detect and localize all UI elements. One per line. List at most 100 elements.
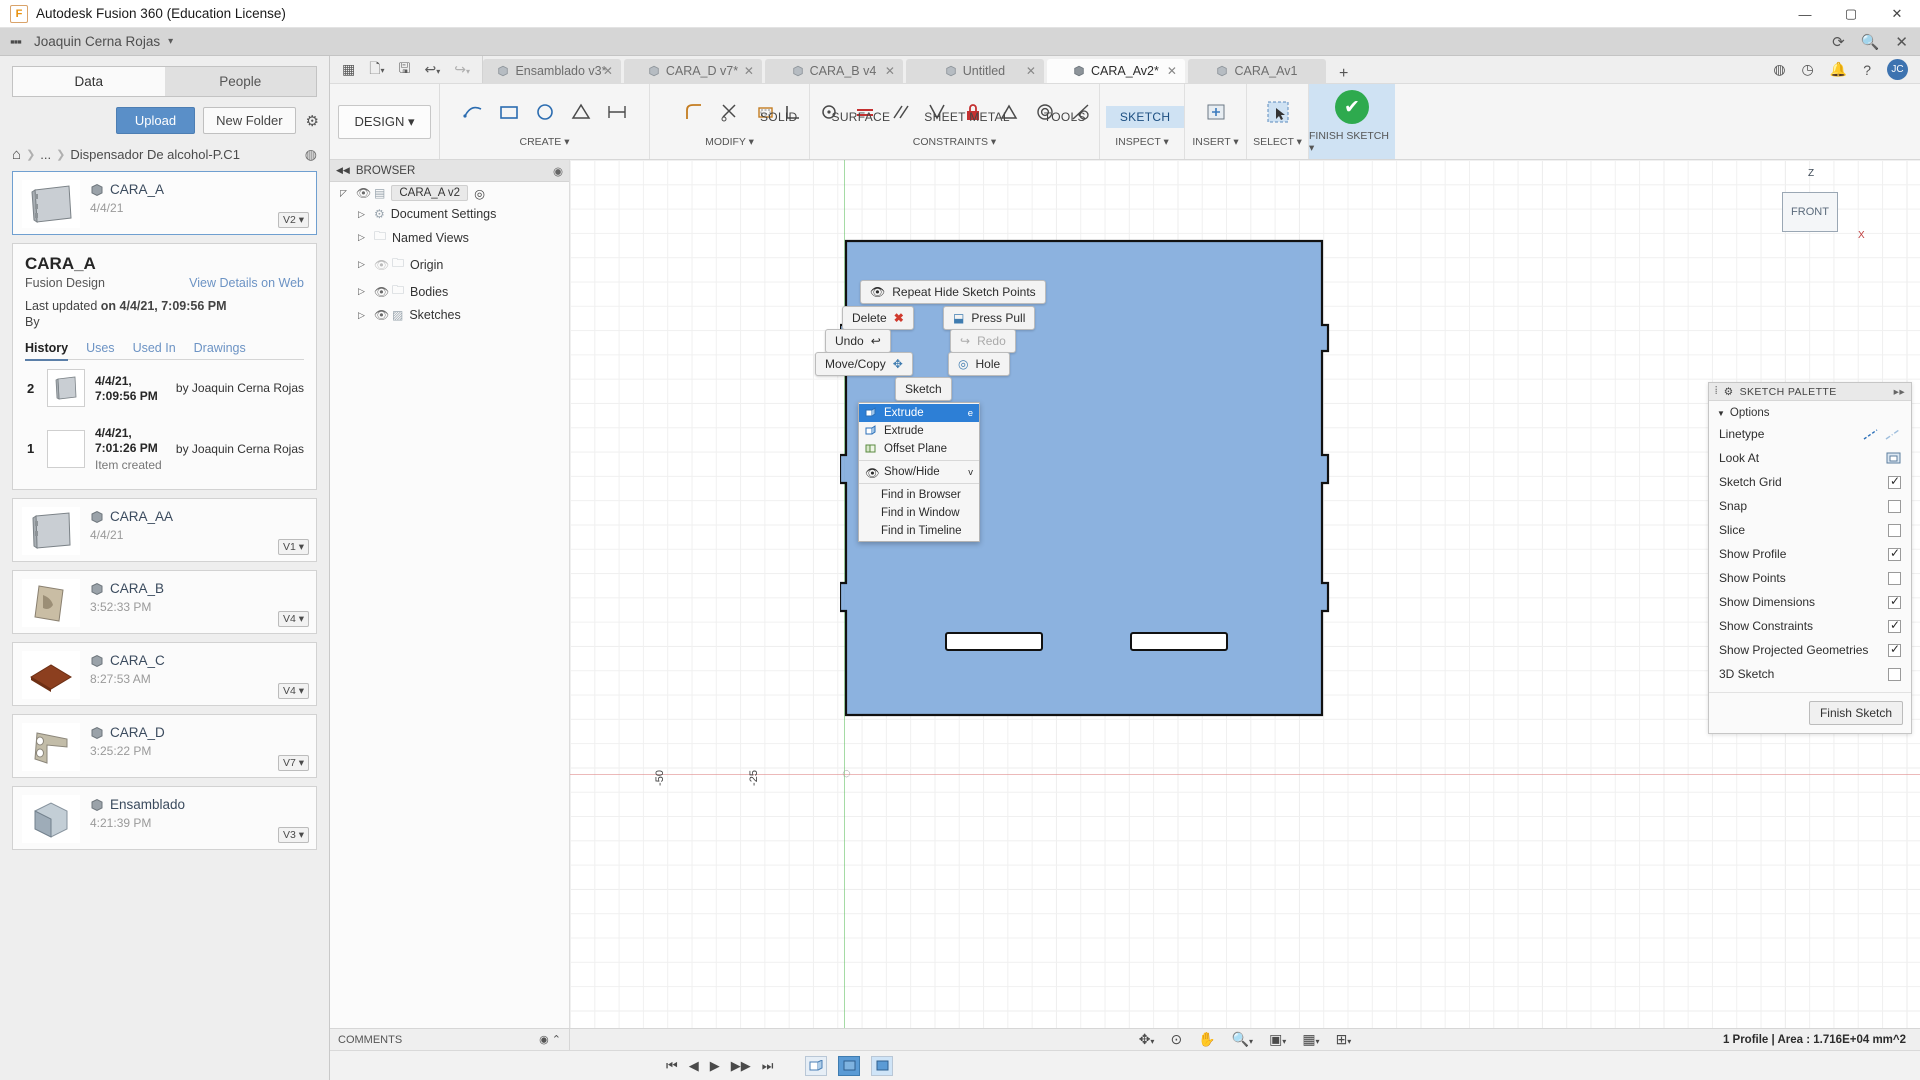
chevron-down-icon[interactable]: ▾ [168,36,173,47]
palette-finish-sketch-button[interactable]: Finish Sketch [1808,701,1903,725]
refresh-icon[interactable]: ⟳ [1832,33,1845,51]
version-badge[interactable]: V2 ▾ [277,212,309,228]
file-card[interactable]: Ensamblado 4:21:39 PM V3 ▾ [12,786,317,850]
linetype-icons[interactable] [1863,427,1901,441]
dimension-icon[interactable] [604,99,630,125]
rectangle-icon[interactable] [496,99,522,125]
new-folder-button[interactable]: New Folder [203,107,296,134]
maximize-button[interactable]: ▢ [1828,0,1874,28]
ribbon-tab-surface[interactable]: SURFACE [832,110,891,124]
viewports-icon[interactable]: ⊞▾ [1336,1031,1352,1048]
data-panel-list[interactable]: CARA_A 4/4/21 V2 ▾ CARA_A Fusion Design … [0,171,329,1080]
comments-dot-icon[interactable]: ◉ [539,1034,549,1046]
marking-hole[interactable]: ◎ Hole [948,352,1011,376]
target-icon[interactable]: ◎ [474,186,485,201]
expand-icon[interactable]: ▸▸ [1894,386,1905,398]
app-grid-icon[interactable]: ▦ [342,61,355,78]
panel-close-icon[interactable]: ✕ [1895,33,1908,51]
close-button[interactable]: ✕ [1874,0,1920,28]
version-badge[interactable]: V4 ▾ [277,683,309,699]
palette-drag-handle[interactable]: ⦙ [1715,385,1718,398]
ribbon-tab-tools[interactable]: TOOLS [1044,110,1086,124]
fillet-icon[interactable] [681,99,707,125]
job-status-icon[interactable]: ◷ [1802,61,1814,78]
three-d-sketch-checkbox[interactable] [1888,667,1901,681]
comments-controls[interactable]: ◉ ⌃ [539,1033,561,1046]
palette-options-section[interactable]: ▼ Options [1709,401,1911,422]
doc-tab-cara-b[interactable]: CARA_B v4 ✕ [764,59,903,83]
palette-row-show-dimensions[interactable]: Show Dimensions [1709,590,1911,614]
marking-sketch[interactable]: Sketch [895,377,952,401]
browser-node-document-settings[interactable]: ▷ ⚙ Document Settings [330,204,569,224]
notifications-icon[interactable]: 🔔 [1830,61,1847,78]
version-badge[interactable]: V3 ▾ [277,827,309,843]
show-dimensions-checkbox[interactable] [1888,594,1901,609]
browser-node-origin[interactable]: ▷ 👁 🗀 Origin [330,251,569,278]
file-card[interactable]: CARA_D 3:25:22 PM V7 ▾ [12,714,317,778]
insert-derive-icon[interactable] [1203,99,1229,125]
undo-icon[interactable]: ↩▾ [424,61,440,78]
context-item-offset-plane[interactable]: Offset Plane [859,440,979,458]
cursor-select-icon[interactable] [1265,99,1291,125]
timeline-feature-2[interactable] [838,1055,861,1076]
zoom-icon[interactable]: 🔍▾ [1232,1031,1253,1048]
look-at-icon[interactable]: ⊙ [1170,1031,1182,1048]
doc-tab-cara-a-v1[interactable]: CARA_Av1 [1187,59,1326,83]
palette-row-look-at[interactable]: Look At [1709,446,1911,470]
design-dropdown[interactable]: DESIGN ▾ [337,104,432,139]
chevron-right-icon[interactable]: ▷ [358,310,368,321]
breadcrumb-ellipsis[interactable]: ... [40,147,51,162]
timeline-prev-icon[interactable]: ◀ [689,1058,699,1074]
file-card[interactable]: CARA_AA 4/4/21 V1 ▾ [12,498,317,562]
timeline-play-icon[interactable]: ▶ [710,1058,720,1074]
search-icon[interactable]: 🔍 [1861,33,1880,51]
browser-node-sketches[interactable]: ▷ 👁 ▨ Sketches [330,305,569,325]
palette-row-show-constraints[interactable]: Show Constraints [1709,614,1911,638]
chevron-down-icon[interactable]: ▼ [1717,409,1725,418]
finish-sketch-group[interactable]: ✔ FINISH SKETCH ▾ [1309,84,1395,159]
help-icon[interactable]: ? [1863,62,1871,78]
context-menu[interactable]: Extrude e Extrude Offset Plane 👁 Show/Hi… [858,402,980,542]
marking-press-pull[interactable]: ⬓ Press Pull [943,306,1036,330]
show-projected-geometries-checkbox[interactable] [1888,642,1901,657]
collapse-icon[interactable]: ◀◀ [336,165,350,176]
marking-delete[interactable]: Delete ✖ [842,306,914,330]
eye-icon[interactable]: 👁 [356,186,371,200]
palette-row-sketch-grid[interactable]: Sketch Grid [1709,470,1911,494]
palette-row-show-points[interactable]: Show Points [1709,566,1911,590]
snap-checkbox[interactable] [1888,499,1901,513]
context-item-find-in-browser[interactable]: Find in Browser [859,486,979,504]
slice-checkbox[interactable] [1888,523,1901,537]
timeline-feature-3[interactable] [871,1055,894,1076]
browser-node-named-views[interactable]: ▷ 🗀 Named Views [330,224,569,251]
sketch-canvas[interactable]: -50 -25 ◌ Z X FRONT 👁 Repeat Hide Sketch… [570,160,1920,1028]
trim-icon[interactable] [717,99,743,125]
context-item-extrude-1[interactable]: Extrude e [859,404,979,422]
grid-snaps-icon[interactable]: ▦▾ [1302,1031,1319,1048]
circle-icon[interactable] [532,99,558,125]
browser-node-bodies[interactable]: ▷ 👁 🗀 Bodies [330,278,569,305]
palette-row-show-projected-geometries[interactable]: Show Projected Geometries [1709,638,1911,662]
doc-tab-cara-a-v2[interactable]: CARA_Av2* ✕ [1046,59,1185,83]
chevron-right-icon[interactable]: ▷ [358,259,368,270]
close-icon[interactable]: ✕ [603,64,613,78]
ribbon-tab-sketch[interactable]: SKETCH [1105,106,1185,128]
triangle-icon[interactable]: ◸ [340,188,350,199]
chevron-right-icon[interactable]: ▷ [358,209,368,220]
timeline-last-icon[interactable]: ⏭ [762,1058,774,1074]
version-badge[interactable]: V1 ▾ [277,539,309,555]
display-settings-icon[interactable]: ▣▾ [1269,1031,1286,1048]
eye-icon[interactable]: 👁 [374,285,389,299]
palette-row-snap[interactable]: Snap [1709,494,1911,518]
eye-icon[interactable]: 👁 [374,258,389,272]
minimize-button[interactable]: — [1782,0,1828,28]
breadcrumb-current[interactable]: Dispensador De alcohol-P.C1 [70,147,240,162]
avatar[interactable]: JC [1887,59,1908,80]
arc-icon[interactable] [568,99,594,125]
palette-row-slice[interactable]: Slice [1709,518,1911,542]
comments-panel[interactable]: COMMENTS ◉ ⌃ [330,1029,570,1050]
redo-icon[interactable]: ↪▾ [454,61,470,78]
palette-row-linetype[interactable]: Linetype [1709,422,1911,446]
tab-data[interactable]: Data [12,66,165,97]
doc-tab-untitled[interactable]: Untitled ✕ [905,59,1044,83]
